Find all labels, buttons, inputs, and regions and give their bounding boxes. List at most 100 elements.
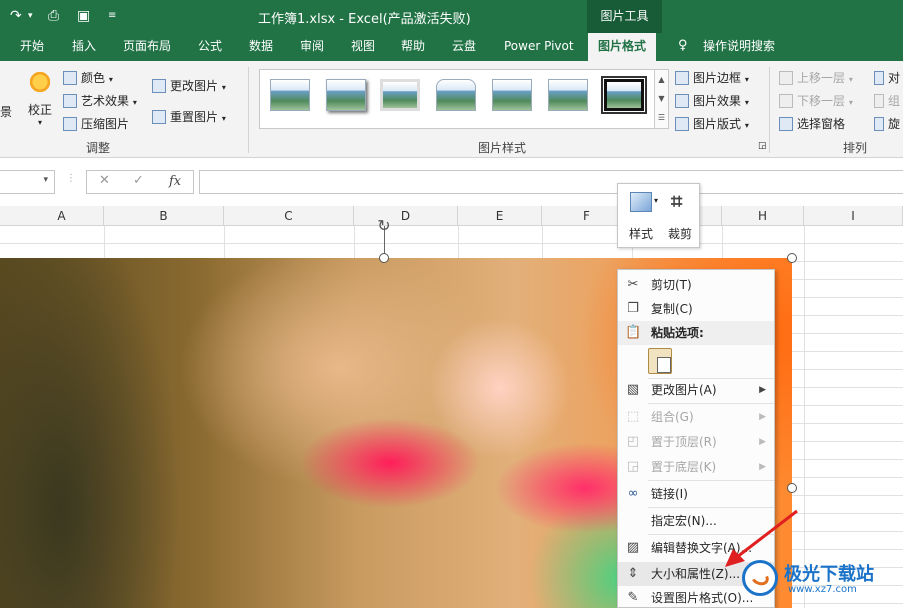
save-icon[interactable]: ▣ [77,7,90,25]
crop-icon[interactable]: ⌗ [671,190,682,212]
menu-separator [648,480,774,481]
rotate-button[interactable]: 旋 [874,115,900,132]
clipboard-icon: 📋 [625,325,642,340]
resize-handle-top-right[interactable] [787,253,797,263]
change-picture-button[interactable]: 更改图片 ▾ [152,77,226,94]
reset-picture-button[interactable]: 重置图片 ▾ [152,108,226,125]
picture-layout-label: 图片版式 [693,117,742,131]
gallery-scroll-controls[interactable]: ▲ ▼ ☰ [654,70,668,128]
picture-style-thumbnail-selected[interactable] [601,76,647,114]
tab-insert[interactable]: 插入 [72,33,96,61]
chevron-down-icon[interactable]: ▾ [28,7,33,25]
color-icon [63,71,77,85]
splitter-dots-icon[interactable]: ⋮ [66,173,76,184]
tab-picture-format[interactable]: 图片格式 [588,33,657,61]
style-label[interactable]: 样式 [629,225,653,242]
dialog-launcher-icon[interactable]: ◲ [758,141,767,151]
size-properties-icon: ⇕ [627,566,639,581]
bring-to-front-icon: ◰ [626,434,640,449]
tab-review[interactable]: 审阅 [300,33,324,61]
menu-item-change-picture[interactable]: ▧ 更改图片(A) ▶ [618,378,774,402]
ribbon: 景 校正 ▾ 颜色 ▾ 艺术效果 ▾ 压缩图片 更改图片 ▾ 重置图片 ▾ 调整… [0,61,903,158]
artistic-effects-button[interactable]: 艺术效果 ▾ [63,92,137,109]
selection-pane-button[interactable]: 选择窗格 [779,115,845,132]
insert-function-button[interactable]: fx [169,174,181,189]
tab-view[interactable]: 视图 [351,33,375,61]
submenu-arrow-icon: ▶ [759,462,766,472]
picture-layout-button[interactable]: 图片版式 ▾ [675,115,749,132]
tab-page-layout[interactable]: 页面布局 [123,33,171,61]
menu-item-bring-to-front[interactable]: ◰ 置于顶层(R) ▶ [618,430,774,454]
name-box[interactable]: ▾ [0,170,55,194]
align-button[interactable]: 对 [874,69,900,86]
picture-style-thumbnail[interactable] [326,79,366,111]
menu-item-label: 组合(G) [651,410,694,424]
enter-icon[interactable]: ✓ [133,173,144,188]
menu-item-label: 置于顶层(R) [651,435,717,449]
menu-item-label: 粘贴选项: [651,326,704,340]
style-icon[interactable] [630,192,652,212]
bring-forward-button[interactable]: 上移一层 ▾ [779,69,853,86]
ribbon-tabs: 开始 插入 页面布局 公式 数据 审阅 视图 帮助 云盘 Power Pivot… [0,33,903,61]
tab-help[interactable]: 帮助 [401,33,425,61]
resize-handle-top[interactable] [379,253,389,263]
column-header-e[interactable]: E [458,206,542,226]
resize-handle-right[interactable] [787,483,797,493]
menu-item-label: 设置图片格式(O)... [651,591,754,605]
column-header-i[interactable]: I [804,206,903,226]
picture-style-thumbnail[interactable] [270,79,310,111]
picture-style-thumbnail[interactable] [436,79,476,111]
picture-border-icon [675,71,689,85]
paste-picture-icon[interactable] [648,348,672,374]
align-icon [874,71,884,85]
column-header-b[interactable]: B [104,206,224,226]
chevron-down-icon: ▾ [744,75,749,84]
picture-styles-group-label: 图片样式 [478,141,527,155]
chevron-down-icon[interactable]: ▾ [654,196,658,205]
tab-cloud[interactable]: 云盘 [452,33,476,61]
watermark-url: www.xz7.com [788,584,857,595]
rotate-label: 旋 [888,117,901,131]
picture-effects-button[interactable]: 图片效果 ▾ [675,92,749,109]
cancel-icon[interactable]: ✕ [99,173,110,188]
chevron-down-icon: ▾ [221,114,226,123]
format-picture-icon: ✎ [627,590,639,605]
gallery-more-icon[interactable]: ☰ [655,108,668,127]
menu-item-group[interactable]: ⬚ 组合(G) ▶ [618,405,774,429]
tab-home[interactable]: 开始 [20,33,44,61]
chevron-down-icon[interactable]: ▾ [43,175,48,185]
scroll-down-icon[interactable]: ▼ [655,89,668,108]
tell-me-search[interactable]: 操作说明搜索 [703,33,775,61]
send-backward-button[interactable]: 下移一层 ▾ [779,92,853,109]
picture-style-thumbnail[interactable] [548,79,588,111]
scroll-up-icon[interactable]: ▲ [655,70,668,89]
menu-item-label: 复制(C) [651,302,693,316]
rotate-handle-icon[interactable]: ↻ [374,218,394,234]
customize-quick-access-icon[interactable]: ≡ [108,7,116,25]
column-header-d[interactable]: D [354,206,458,226]
group-objects-button[interactable]: 组 [874,92,900,109]
corrections-button[interactable]: 校正 ▾ [24,69,56,135]
redo-icon[interactable]: ↷ [10,7,22,25]
tab-data[interactable]: 数据 [249,33,273,61]
tab-power-pivot[interactable]: Power Pivot [504,33,574,61]
crop-label[interactable]: 裁剪 [668,225,692,242]
remove-background-button-partial[interactable]: 景 [0,103,12,120]
formula-input[interactable] [199,170,903,194]
column-header-h[interactable]: H [722,206,804,226]
print-preview-icon[interactable]: ⎙ [48,7,59,25]
menu-item-link[interactable]: ∞ 链接(I) [618,482,774,506]
tab-formulas[interactable]: 公式 [198,33,222,61]
column-header-c[interactable]: C [224,206,354,226]
align-label: 对 [888,71,901,85]
picture-style-thumbnail[interactable] [492,79,532,111]
menu-item-send-to-back[interactable]: ◲ 置于底层(K) ▶ [618,455,774,479]
compress-pictures-button[interactable]: 压缩图片 [63,115,129,132]
color-button[interactable]: 颜色 ▾ [63,69,113,86]
menu-item-cut[interactable]: ✂ 剪切(T) [618,273,774,297]
menu-item-copy[interactable]: ❐ 复制(C) [618,297,774,321]
column-headers: A B C D E F G H I [0,206,903,226]
column-header-a[interactable]: A [0,206,104,226]
picture-style-thumbnail[interactable] [380,79,420,111]
picture-border-button[interactable]: 图片边框 ▾ [675,69,749,86]
